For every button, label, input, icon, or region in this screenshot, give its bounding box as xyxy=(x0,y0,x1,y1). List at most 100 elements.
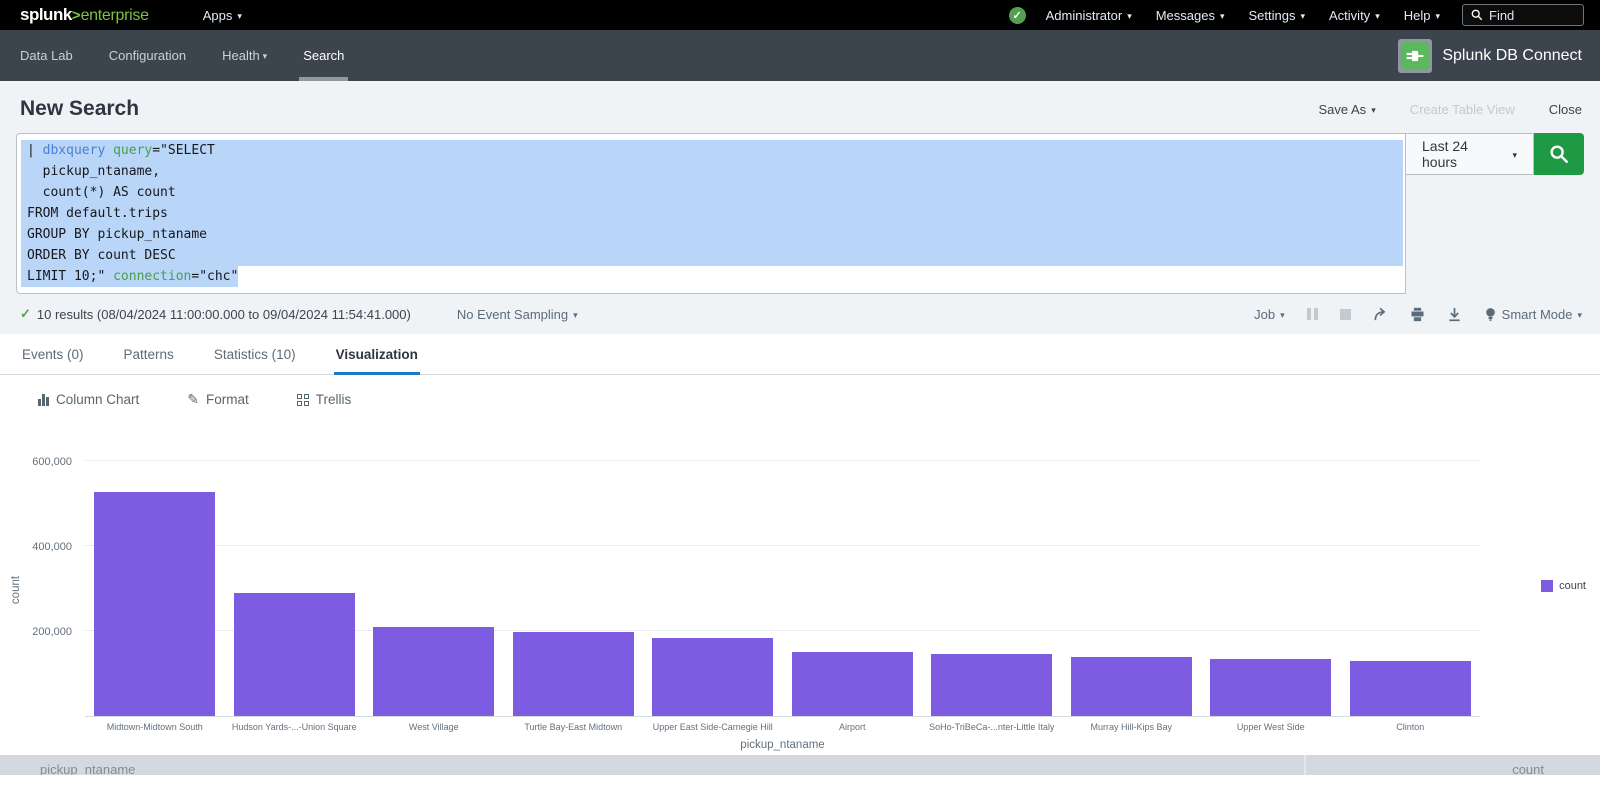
share-icon xyxy=(1373,307,1388,322)
column-chart: count 200,000400,000600,000 Midtown-Midt… xyxy=(0,424,1600,743)
event-sampling-dropdown[interactable]: No Event Sampling ▾ xyxy=(457,307,578,322)
caret-down-icon: ▾ xyxy=(1300,12,1305,21)
activity-menu-label: Activity xyxy=(1329,8,1370,23)
settings-menu-label: Settings xyxy=(1249,8,1296,23)
splunk-logo[interactable]: splunk>enterprise xyxy=(20,5,149,25)
caret-down-icon: ▾ xyxy=(573,311,578,320)
bar-2[interactable] xyxy=(234,593,355,716)
tab-visualization[interactable]: Visualization xyxy=(334,347,420,374)
y-axis-tick: 200,000 xyxy=(0,626,72,638)
apps-menu[interactable]: Apps ▾ xyxy=(191,0,254,30)
find-input[interactable] xyxy=(1489,8,1569,23)
bar-slot xyxy=(1341,436,1481,716)
administrator-menu[interactable]: Administrator ▾ xyxy=(1034,0,1144,30)
db-connect-plug-icon xyxy=(1401,42,1429,70)
chart-legend[interactable]: count xyxy=(1541,580,1586,592)
column-header-pickup-ntaname[interactable]: pickup_ntaname xyxy=(0,755,1306,775)
y-axis-title: count xyxy=(10,576,22,604)
close-button[interactable]: Close xyxy=(1549,102,1582,117)
tab-statistics[interactable]: Statistics (10) xyxy=(212,347,298,374)
x-axis-label: Turtle Bay-East Midtown xyxy=(504,722,644,732)
save-as-button[interactable]: Save As ▾ xyxy=(1318,102,1375,117)
run-search-button[interactable] xyxy=(1534,133,1584,175)
x-axis-labels: Midtown-Midtown SouthHudson Yards-...-Un… xyxy=(85,717,1480,732)
query-line: ORDER BY count DESC xyxy=(21,245,1403,266)
caret-down-icon: ▾ xyxy=(1512,151,1517,160)
nav-item-data-lab[interactable]: Data Lab xyxy=(0,30,91,81)
search-query-editor[interactable]: | dbxquery query="SELECT pickup_ntaname,… xyxy=(16,133,1406,294)
activity-menu[interactable]: Activity ▾ xyxy=(1317,0,1392,30)
bar-slot xyxy=(643,436,783,716)
administrator-menu-label: Administrator xyxy=(1046,8,1123,23)
messages-menu-label: Messages xyxy=(1156,8,1215,23)
bar-slot xyxy=(85,436,225,716)
smart-mode-label: Smart Mode xyxy=(1502,307,1573,322)
caret-down-icon: ▾ xyxy=(1280,311,1285,320)
caret-down-icon: ▾ xyxy=(1375,12,1380,21)
top-bar: splunk>enterprise Apps ▾ ✓ Administrator… xyxy=(0,0,1600,30)
share-job-button[interactable] xyxy=(1373,307,1388,322)
bar-9[interactable] xyxy=(1210,659,1331,716)
health-status-icon[interactable]: ✓ xyxy=(1009,7,1026,24)
print-button[interactable] xyxy=(1410,307,1425,322)
search-mode-dropdown[interactable]: Smart Mode ▾ xyxy=(1484,307,1582,322)
caret-down-icon: ▾ xyxy=(1435,12,1440,21)
search-row: | dbxquery query="SELECT pickup_ntaname,… xyxy=(16,133,1584,294)
results-tabs: Events (0) Patterns Statistics (10) Visu… xyxy=(0,334,1600,375)
bar-slot xyxy=(225,436,365,716)
query-line: count(*) AS count xyxy=(21,182,1403,203)
nav-item-health[interactable]: Health ▾ xyxy=(204,30,285,81)
trellis-menu[interactable]: Trellis xyxy=(297,392,352,407)
bar-8[interactable] xyxy=(1071,657,1192,716)
app-home-link[interactable]: Splunk DB Connect xyxy=(1398,39,1600,73)
plug-icon xyxy=(1406,47,1424,65)
find-search-box[interactable] xyxy=(1462,4,1584,26)
time-range-picker[interactable]: Last 24 hours ▾ xyxy=(1406,133,1534,175)
bar-slot xyxy=(1201,436,1341,716)
nav-item-search[interactable]: Search xyxy=(285,30,362,81)
export-button[interactable] xyxy=(1447,307,1462,322)
pencil-icon: ✎ xyxy=(187,391,199,408)
close-label: Close xyxy=(1549,102,1582,117)
create-table-view-label: Create Table View xyxy=(1410,102,1515,117)
caret-down-icon: ▾ xyxy=(1577,311,1582,320)
save-as-label: Save As xyxy=(1318,102,1366,117)
settings-menu[interactable]: Settings ▾ xyxy=(1237,0,1318,30)
chart-type-label: Column Chart xyxy=(56,392,139,407)
stop-job-button[interactable] xyxy=(1340,309,1351,320)
bar-10[interactable] xyxy=(1350,661,1471,716)
tab-events[interactable]: Events (0) xyxy=(20,347,86,374)
job-menu[interactable]: Job ▾ xyxy=(1254,307,1285,322)
chart-plot: 200,000400,000600,000 xyxy=(85,436,1480,717)
pause-icon xyxy=(1307,308,1318,320)
x-axis-label: Clinton xyxy=(1341,722,1481,732)
bar-6[interactable] xyxy=(792,652,913,716)
export-download-icon xyxy=(1447,307,1462,322)
caret-down-icon: ▾ xyxy=(237,12,242,21)
tab-patterns[interactable]: Patterns xyxy=(122,347,176,374)
app-title: Splunk DB Connect xyxy=(1442,47,1582,65)
y-axis-tick: 600,000 xyxy=(0,456,72,468)
bar-slot xyxy=(922,436,1062,716)
pause-job-button[interactable] xyxy=(1307,308,1318,320)
legend-label: count xyxy=(1559,580,1586,592)
logo-gt-text: > xyxy=(72,7,81,24)
job-menu-label: Job xyxy=(1254,307,1275,322)
column-header-count[interactable]: count xyxy=(1306,755,1600,775)
bar-3[interactable] xyxy=(373,627,494,716)
search-icon xyxy=(1471,9,1483,21)
create-table-view-button[interactable]: Create Table View xyxy=(1410,102,1515,117)
splunk-window: splunk>enterprise Apps ▾ ✓ Administrator… xyxy=(0,0,1600,789)
bar-4[interactable] xyxy=(513,632,634,716)
help-menu[interactable]: Help ▾ xyxy=(1392,0,1452,30)
bar-5[interactable] xyxy=(652,638,773,716)
format-menu[interactable]: ✎ Format xyxy=(187,391,249,408)
db-connect-app-icon-tile xyxy=(1398,39,1432,73)
nav-item-configuration[interactable]: Configuration xyxy=(91,30,204,81)
bar-7[interactable] xyxy=(931,654,1052,716)
logo-product-text: enterprise xyxy=(81,7,149,25)
chart-type-picker[interactable]: Column Chart xyxy=(38,392,139,407)
x-axis-label: Midtown-Midtown South xyxy=(85,722,225,732)
messages-menu[interactable]: Messages ▾ xyxy=(1144,0,1237,30)
bar-1[interactable] xyxy=(94,492,215,716)
